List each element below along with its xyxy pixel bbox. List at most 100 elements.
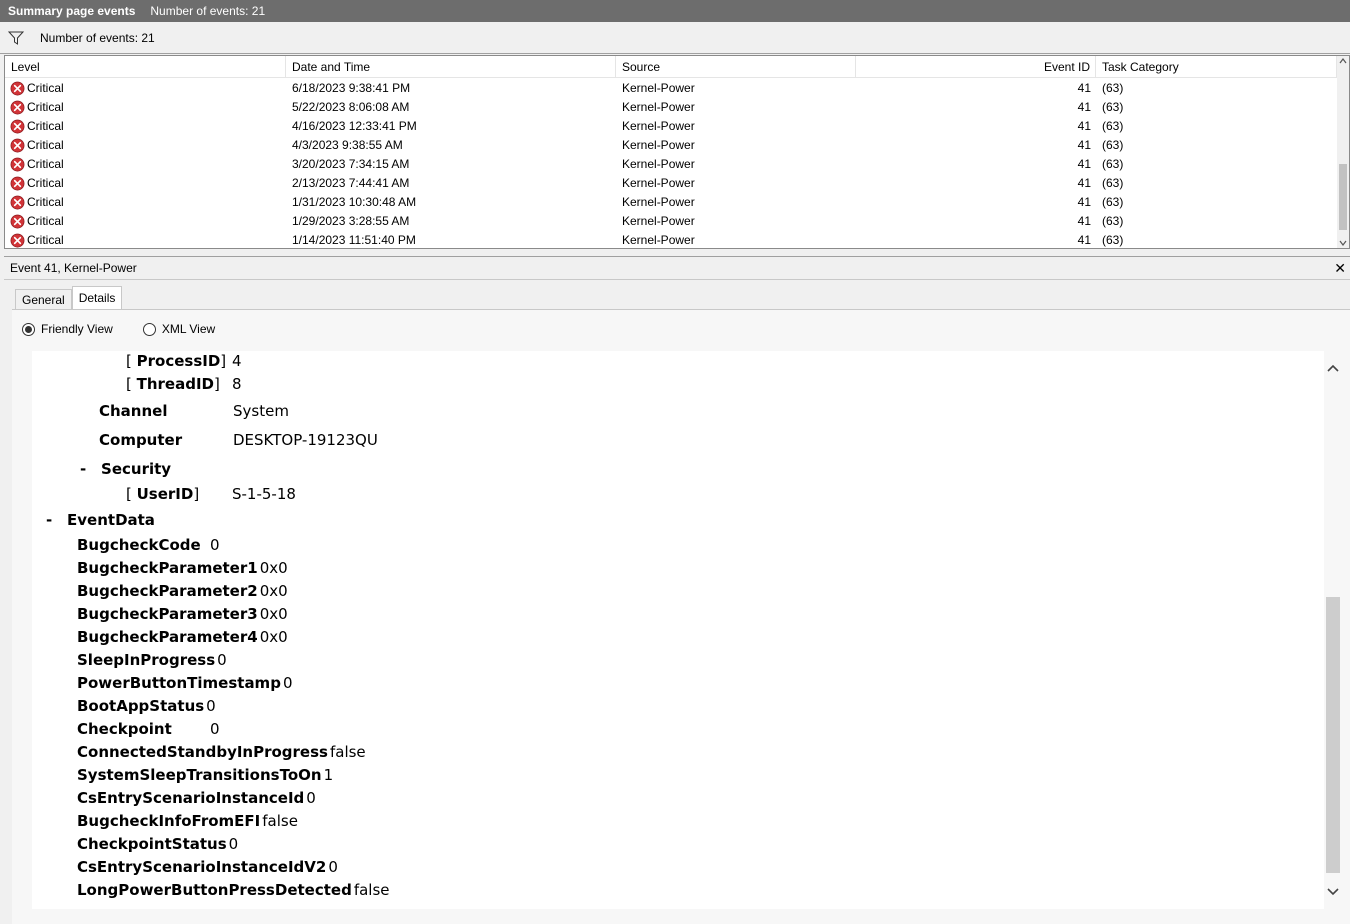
- tree-value: 4: [232, 352, 242, 370]
- chevron-down-icon[interactable]: [1326, 887, 1340, 897]
- cell-date: 2/13/2023 7:44:41 AM: [292, 176, 410, 190]
- table-row[interactable]: Critical 2/13/2023 7:44:41 AM Kernel-Power…: [5, 174, 1337, 193]
- cell-event-id: 41: [1077, 119, 1091, 133]
- chevron-up-icon[interactable]: [1326, 363, 1340, 373]
- column-header-date[interactable]: Date and Time: [286, 56, 616, 78]
- cell-date: 4/3/2023 9:38:55 AM: [292, 138, 403, 152]
- detail-scroll-thumb[interactable]: [1326, 597, 1340, 873]
- tree-row-eventdata[interactable]: - EventData: [46, 511, 155, 529]
- friendly-view-content[interactable]: [ ProcessID] 4 [ ThreadID] 8 Channel Sys…: [32, 351, 1342, 909]
- critical-error-icon: [10, 100, 25, 115]
- eventdata-field-row: CsEntryScenarioInstanceId 0: [77, 789, 316, 807]
- cell-source: Kernel-Power: [622, 157, 695, 171]
- cell-level: Critical: [5, 231, 286, 248]
- tree-row-computer: Computer DESKTOP-19123QU: [99, 431, 378, 449]
- cell-source: Kernel-Power: [622, 195, 695, 209]
- level-text: Critical: [27, 233, 64, 247]
- cell-date: 1/29/2023 3:28:55 AM: [292, 214, 410, 228]
- cell-source: Kernel-Power: [622, 233, 695, 247]
- tree-key: Channel: [99, 402, 168, 420]
- cell-date: 5/22/2023 8:06:08 AM: [292, 100, 410, 114]
- filter-icon[interactable]: [0, 31, 32, 45]
- eventdata-field-row: PowerButtonTimestamp 0: [77, 674, 292, 692]
- bracket-close: ]: [214, 375, 220, 393]
- cell-source: Kernel-Power: [622, 138, 695, 152]
- detail-scrollbar[interactable]: [1324, 351, 1342, 909]
- column-header-task-category[interactable]: Task Category: [1096, 56, 1337, 78]
- table-row[interactable]: Critical 3/20/2023 7:34:15 AM Kernel-Power…: [5, 155, 1337, 174]
- tree-key: EventData: [67, 511, 155, 529]
- window-title: Summary page events: [8, 4, 136, 18]
- collapse-toggle[interactable]: -: [80, 460, 86, 478]
- critical-error-icon: [10, 157, 25, 172]
- eventdata-field-row: Checkpoint 0: [77, 720, 220, 738]
- eventdata-field-row: BugcheckParameter4 0x0: [77, 628, 288, 646]
- column-header-level[interactable]: Level: [5, 56, 286, 78]
- tab-details[interactable]: Details: [71, 286, 123, 310]
- tree-key: Checkpoint: [77, 720, 172, 738]
- table-row[interactable]: Critical 1/31/2023 10:30:48 AM Kernel-Powe…: [5, 193, 1337, 212]
- critical-error-icon: [10, 119, 25, 134]
- level-text: Critical: [27, 138, 64, 152]
- cell-task-category: (63): [1102, 195, 1124, 209]
- friendly-view-radio[interactable]: Friendly View: [22, 322, 113, 336]
- tree-key: CheckpointStatus: [77, 835, 227, 853]
- collapse-toggle[interactable]: -: [46, 511, 52, 529]
- eventdata-field-row: BugcheckCode 0: [77, 536, 220, 554]
- table-row[interactable]: Critical 6/18/2023 9:38:41 PM Kernel-Power…: [5, 79, 1337, 98]
- table-row[interactable]: Critical 4/16/2023 12:33:41 PM Kernel-Powe…: [5, 117, 1337, 136]
- level-text: Critical: [27, 214, 64, 228]
- cell-event-id: 41: [1077, 176, 1091, 190]
- tree-key: BugcheckCode: [77, 536, 201, 554]
- tab-general[interactable]: General: [15, 289, 72, 310]
- tree-row-security[interactable]: - Security: [80, 460, 171, 478]
- view-options: Friendly View XML View: [22, 322, 215, 336]
- cell-level: Critical: [5, 155, 286, 174]
- cell-event-id: 41: [1077, 195, 1091, 209]
- xml-view-radio[interactable]: XML View: [142, 322, 215, 336]
- cell-level: Critical: [5, 212, 286, 231]
- tree-key: BootAppStatus: [77, 697, 205, 715]
- table-row[interactable]: Critical 5/22/2023 8:06:08 AM Kernel-Power…: [5, 98, 1337, 117]
- tree-row-processid: [ ProcessID] 4: [126, 352, 242, 370]
- table-row[interactable]: Critical 4/3/2023 9:38:55 AM Kernel-Power 4…: [5, 136, 1337, 155]
- tree-key: Computer: [99, 431, 183, 449]
- tree-value: 0x0: [259, 605, 288, 623]
- bracket-close: ]: [220, 352, 227, 370]
- list-header: Level Date and Time Source Event ID Task…: [5, 56, 1337, 78]
- tree-value: false: [353, 881, 390, 899]
- column-header-event-id[interactable]: Event ID: [856, 56, 1096, 78]
- cell-date: 1/31/2023 10:30:48 AM: [292, 195, 417, 209]
- table-row[interactable]: Critical 1/29/2023 3:28:55 AM Kernel-Power…: [5, 212, 1337, 231]
- tree-value: 0: [306, 789, 316, 807]
- scroll-down-icon[interactable]: [1339, 240, 1347, 246]
- cell-level: Critical: [5, 136, 286, 155]
- eventdata-field-row: ConnectedStandbyInProgress false: [77, 743, 366, 761]
- tree-key: UserID: [136, 485, 194, 503]
- tree-key: BugcheckParameter3: [77, 605, 258, 623]
- list-scroll-thumb[interactable]: [1339, 164, 1347, 230]
- column-header-source[interactable]: Source: [616, 56, 856, 78]
- tree-value: 0: [210, 536, 220, 554]
- scroll-up-icon[interactable]: [1339, 58, 1347, 64]
- tree-key: BugcheckInfoFromEFI: [77, 812, 261, 830]
- eventdata-field-row: BugcheckParameter1 0x0: [77, 559, 288, 577]
- table-row[interactable]: Critical 1/14/2023 11:51:40 PM Kernel-Powe…: [5, 231, 1337, 248]
- tree-value: false: [329, 743, 366, 761]
- detail-header: Event 41, Kernel-Power ✕: [4, 256, 1350, 280]
- cell-source: Kernel-Power: [622, 214, 695, 228]
- close-icon[interactable]: ✕: [1334, 260, 1346, 277]
- event-list[interactable]: Level Date and Time Source Event ID Task…: [4, 55, 1350, 249]
- cell-task-category: (63): [1102, 138, 1124, 152]
- critical-error-icon: [10, 195, 25, 210]
- eventdata-field-row: CsEntryScenarioInstanceIdV2 0: [77, 858, 338, 876]
- tree-key: LongPowerButtonPressDetected: [77, 881, 352, 899]
- radio-checked-icon: [22, 322, 35, 336]
- event-rows: Critical 6/18/2023 9:38:41 PM Kernel-Power…: [5, 79, 1337, 248]
- cell-task-category: (63): [1102, 119, 1124, 133]
- list-scrollbar[interactable]: [1337, 56, 1349, 248]
- level-text: Critical: [27, 176, 64, 190]
- radio-unchecked-icon: [142, 322, 156, 336]
- tree-value: 0: [217, 651, 227, 669]
- event-count-label: Number of events: 21: [150, 4, 266, 18]
